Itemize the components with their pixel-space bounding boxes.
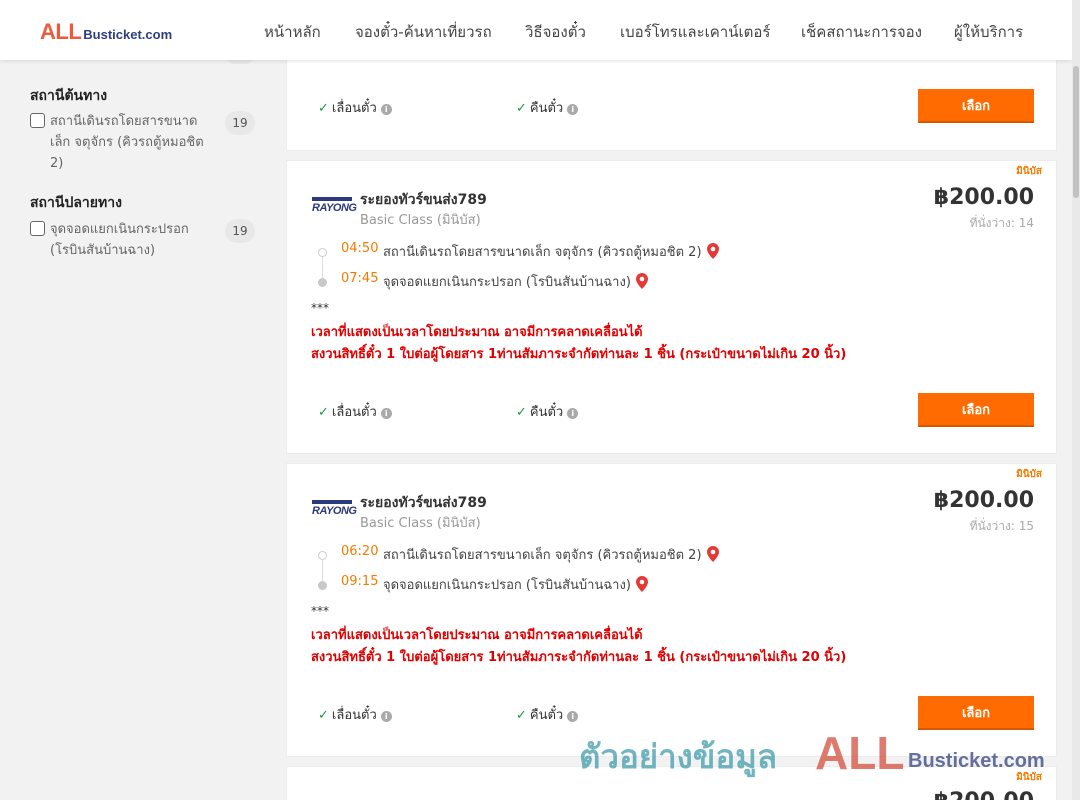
origin-filter-item[interactable]: สถานีเดินรถโดยสารขนาดเล็ก จตุจักร (คิวรถ… [30, 111, 255, 177]
trip-card: มินิบัส RAYONG ระยองทัวร์ขนส่ง789 Basic … [286, 463, 1057, 757]
departure-stop: 06:20 สถานีเดินรถโดยสารขนาดเล็ก จตุจักร … [312, 544, 1012, 564]
select-trip-button[interactable]: เลือก [918, 393, 1034, 427]
departure-place-text: สถานีเดินรถโดยสารขนาดเล็ก จตุจักร (คิวรถ… [383, 548, 702, 563]
departure-time: 04:50 [341, 241, 379, 256]
arrival-place-text: จุดจอดแยกเนินกระปรอก (โรบินสันบ้านฉาง) [383, 275, 631, 290]
refund-feature: ✓ คืนตั๋ว i [516, 704, 579, 725]
info-icon[interactable]: i [567, 711, 579, 722]
info-icon[interactable]: i [567, 408, 579, 419]
page-scrollbar[interactable] [1072, 0, 1080, 800]
destination-filter-label: จุดจอดแยกเนินกระปรอก (โรบินสันบ้านฉาง) [50, 222, 189, 258]
operator-name: ระยองทัวร์ขนส่ง789 [360, 192, 487, 208]
info-icon[interactable]: i [567, 104, 579, 115]
map-pin-icon[interactable] [706, 546, 719, 562]
operator-logo: RAYONG [312, 500, 357, 520]
trip-card-partial-top: ✓ เลื่อนตั๋ว i ✓ คืนตั๋ว i เลือก [286, 50, 1057, 151]
arrival-place-text: จุดจอดแยกเนินกระปรอก (โรบินสันบ้านฉาง) [383, 578, 631, 593]
reschedule-feature: ✓ เลื่อนตั๋ว i [318, 401, 392, 422]
check-icon: ✓ [318, 405, 329, 420]
arrival-stop: 07:45 จุดจอดแยกเนินกระปรอก (โรบินสันบ้าน… [312, 271, 1012, 291]
nav-operators[interactable]: ผู้ให้บริการ [954, 20, 1023, 44]
arrival-place: จุดจอดแยกเนินกระปรอก (โรบินสันบ้านฉาง) [383, 574, 648, 595]
origin-filter-label: สถานีเดินรถโดยสารขนาดเล็ก จตุจักร (คิวรถ… [50, 114, 204, 171]
info-icon[interactable]: i [380, 104, 392, 115]
note-time-approx: เวลาที่แสดงเป็นเวลาโดยประมาณ อาจมีการคลา… [311, 628, 643, 643]
check-icon: ✓ [516, 405, 527, 420]
origin-checkbox[interactable] [30, 113, 45, 128]
operator-logo: RAYONG [312, 197, 357, 217]
map-pin-icon[interactable] [635, 576, 648, 592]
departure-place: สถานีเดินรถโดยสารขนาดเล็ก จตุจักร (คิวรถ… [383, 241, 719, 262]
trip-card: มินิบัส RAYONG ระยองทัวร์ขนส่ง789 Basic … [286, 160, 1057, 454]
refund-feature: ✓ คืนตั๋ว i [516, 401, 579, 422]
departure-place: สถานีเดินรถโดยสารขนาดเล็ก จตุจักร (คิวรถ… [383, 544, 719, 565]
refund-label: คืนตั๋ว [529, 708, 564, 723]
bus-type-ribbon: มินิบัส [1016, 166, 1042, 177]
destination-checkbox[interactable] [30, 221, 45, 236]
nav-book-search[interactable]: จองตั๋ว-ค้นหาเที่ยวรถ [355, 20, 492, 44]
bus-class: Basic Class (มินิบัส) [360, 213, 481, 228]
check-icon: ✓ [516, 708, 527, 723]
map-pin-icon[interactable] [635, 273, 648, 289]
map-pin-icon[interactable] [706, 243, 719, 259]
select-trip-button[interactable]: เลือก [918, 696, 1034, 730]
nav-home[interactable]: หน้าหลัก [264, 20, 321, 44]
destination-filter-title: สถานีปลายทาง [30, 195, 122, 211]
departure-dot [318, 551, 327, 560]
bus-class: Basic Class (มินิบัส) [360, 516, 481, 531]
arrival-time: 07:45 [341, 271, 379, 286]
info-icon[interactable]: i [380, 408, 392, 419]
destination-filter-item[interactable]: จุดจอดแยกเนินกระปรอก (โรบินสันบ้านฉาง) 1… [30, 219, 255, 263]
nav-how-to-book[interactable]: วิธีจองตั๋ว [525, 20, 586, 44]
arrival-time: 09:15 [341, 574, 379, 589]
reschedule-label: เลื่อนตั๋ว [331, 405, 377, 420]
refund-feature: ✓ คืนตั๋ว i [516, 97, 579, 118]
reschedule-label: เลื่อนตั๋ว [331, 708, 377, 723]
departure-place-text: สถานีเดินรถโดยสารขนาดเล็ก จตุจักร (คิวรถ… [383, 245, 702, 260]
arrival-place: จุดจอดแยกเนินกระปรอก (โรบินสันบ้านฉาง) [383, 271, 648, 292]
arrival-dot [318, 278, 327, 287]
note-ticket-policy: สงวนสิทธิ์ตั๋ว 1 ใบต่อผู้โดยสาร 1ท่านสัม… [311, 347, 847, 362]
bus-type-ribbon: มินิบัส [1016, 469, 1042, 480]
seats-available: ที่นั่งว่าง: 14 [969, 216, 1034, 230]
arrival-dot [318, 581, 327, 590]
note-ticket-policy: สงวนสิทธิ์ตั๋ว 1 ใบต่อผู้โดยสาร 1ท่านสัม… [311, 650, 847, 665]
operator-name: ระยองทัวร์ขนส่ง789 [360, 495, 487, 511]
seats-available: ที่นั่งว่าง: 15 [969, 519, 1034, 533]
main-nav: หน้าหลัก จองตั๋ว-ค้นหาเที่ยวรถ วิธีจองตั… [0, 20, 1072, 41]
refund-label: คืนตั๋ว [529, 405, 564, 420]
nav-phone-counters[interactable]: เบอร์โทรและเคาน์เตอร์ [620, 20, 770, 44]
trip-price: ฿200.00 [933, 185, 1034, 210]
check-icon: ✓ [516, 101, 527, 116]
check-icon: ✓ [318, 708, 329, 723]
note-time-approx: เวลาที่แสดงเป็นเวลาโดยประมาณ อาจมีการคลา… [311, 325, 643, 340]
watermark-sample-text: ตัวอย่างข้อมูล [579, 737, 778, 776]
reschedule-label: เลื่อนตั๋ว [331, 101, 377, 116]
trip-price: ฿200.00 [934, 789, 1034, 800]
check-icon: ✓ [318, 101, 329, 116]
origin-count-badge: 19 [225, 111, 255, 135]
reschedule-feature: ✓ เลื่อนตั๋ว i [318, 97, 392, 118]
departure-time: 06:20 [341, 544, 379, 559]
watermark-logo-busticket: Busticket.com [908, 750, 1045, 772]
refund-label: คืนตั๋ว [529, 101, 564, 116]
note-marker: *** [311, 301, 329, 315]
destination-count-badge: 19 [225, 219, 255, 243]
operator-logo-text: RAYONG [312, 505, 357, 517]
top-header: ALL Busticket.com หน้าหลัก จองตั๋ว-ค้นหา… [0, 0, 1072, 60]
trip-price: ฿200.00 [933, 488, 1034, 513]
info-icon[interactable]: i [380, 711, 392, 722]
origin-filter-title: สถานีต้นทาง [30, 88, 108, 104]
note-marker: *** [311, 604, 329, 618]
watermark-logo-all: ALL [815, 727, 905, 779]
select-trip-button[interactable]: เลือก [918, 89, 1034, 123]
operator-logo-text: RAYONG [312, 202, 357, 214]
nav-check-booking[interactable]: เช็คสถานะการจอง [801, 20, 922, 44]
scrollbar-thumb[interactable] [1073, 66, 1079, 198]
reschedule-feature: ✓ เลื่อนตั๋ว i [318, 704, 392, 725]
departure-stop: 04:50 สถานีเดินรถโดยสารขนาดเล็ก จตุจักร … [312, 241, 1012, 261]
departure-dot [318, 248, 327, 257]
arrival-stop: 09:15 จุดจอดแยกเนินกระปรอก (โรบินสันบ้าน… [312, 574, 1012, 594]
